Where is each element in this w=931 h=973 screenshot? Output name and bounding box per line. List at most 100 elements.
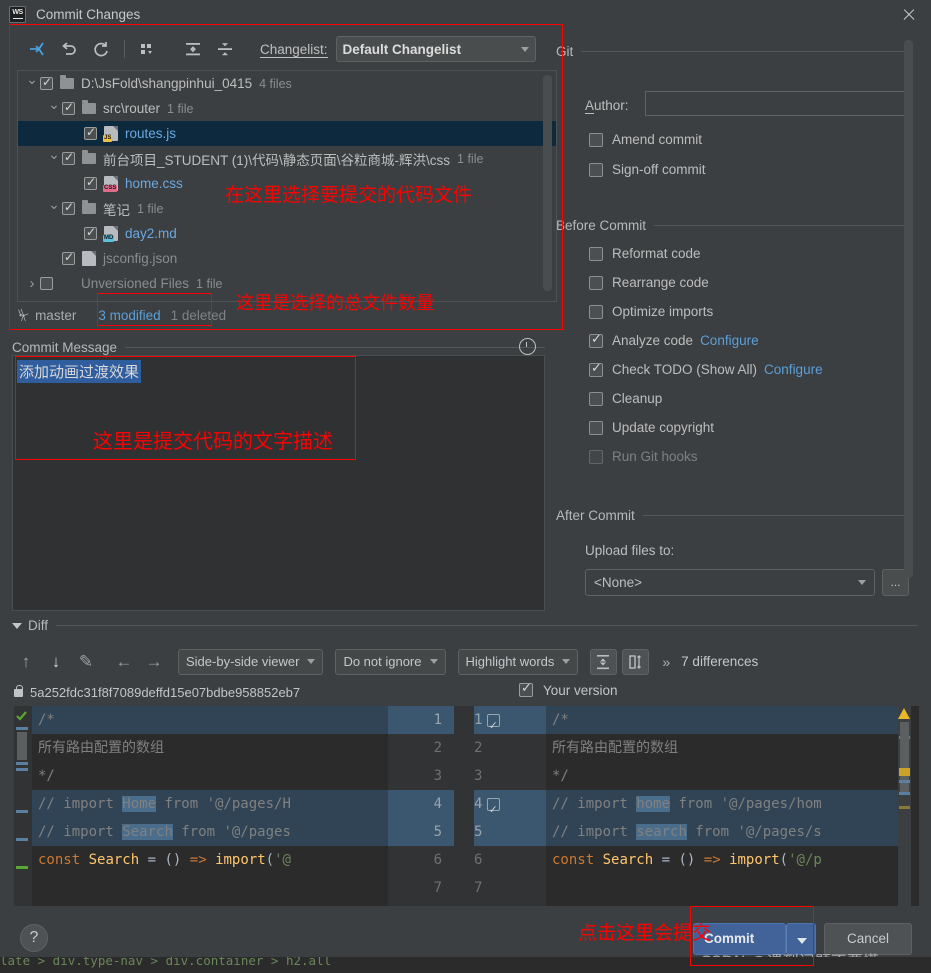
code-line: // import search from '@/pages/s (546, 818, 898, 846)
accept-change-checkbox[interactable] (487, 795, 501, 823)
chevron-down-icon[interactable]: ⌄ (46, 146, 62, 163)
help-button[interactable]: ? (20, 924, 48, 952)
history-clock-icon[interactable] (519, 338, 536, 355)
tree-row-count: 1 file (167, 101, 194, 116)
tree-scrollbar[interactable] (543, 75, 552, 291)
option-sign-off-commit[interactable]: Sign-off commit (589, 162, 706, 177)
amend-commit-label: Amend commit (612, 132, 703, 147)
branch-icon: ⏧ (18, 307, 30, 323)
tree-row-label: 笔记 (103, 202, 130, 218)
commit-message-input[interactable]: 添加动画过渡效果 (12, 355, 545, 611)
tree-row[interactable]: MD day2.md (18, 221, 556, 246)
close-icon[interactable] (901, 7, 917, 23)
chevron-down-icon[interactable]: ⌄ (24, 71, 40, 88)
tree-row-checkbox[interactable] (84, 225, 97, 240)
viewer-mode-dropdown[interactable]: Side-by-side viewer (178, 648, 324, 675)
refresh-icon[interactable] (90, 38, 112, 60)
your-version-label: Your version (543, 683, 618, 698)
option-optimize-imports[interactable]: Optimize imports (589, 304, 713, 319)
code-line: 所有路由配置的数组 (552, 740, 678, 756)
overflow-chevrons-icon[interactable]: » (662, 654, 670, 670)
tree-row[interactable]: ⌄ D:\JsFold\shangpinhui_0415 4 files (18, 71, 556, 96)
tree-row-checkbox[interactable] (62, 250, 75, 265)
collapse-unchanged-icon[interactable] (590, 648, 618, 675)
option-rearrange-code[interactable]: Rearrange code (589, 275, 709, 290)
line-number: 5 (474, 818, 546, 846)
tree-row-label: home.css (125, 176, 183, 191)
tree-row-checkbox[interactable] (62, 100, 75, 115)
option-checkbox[interactable] (589, 449, 603, 464)
option-label: Rearrange code (612, 275, 709, 290)
option-checkbox[interactable] (589, 246, 603, 261)
option-label: Reformat code (612, 246, 701, 261)
tree-row[interactable]: jsconfig.json (18, 246, 556, 271)
option-checkbox[interactable] (589, 304, 603, 319)
author-field[interactable] (645, 91, 909, 116)
tree-row-checkbox[interactable] (62, 150, 75, 165)
upload-files-dropdown[interactable]: <None> (585, 569, 875, 596)
chevron-right-icon[interactable]: › (24, 275, 40, 292)
line-number: 6 (474, 852, 483, 868)
option-run-git-hooks[interactable]: Run Git hooks (589, 449, 698, 464)
configure-link[interactable]: Configure (764, 362, 823, 377)
right-code-pane[interactable]: /* 所有路由配置的数组 */ // import home from '@/page… (546, 706, 898, 906)
diff-viewer[interactable]: /* 所有路由配置的数组 */ // import Home from '@/page… (14, 706, 919, 906)
sign-off-commit-checkbox[interactable] (589, 162, 603, 177)
option-check-todo-show-all[interactable]: Check TODO (Show All) Configure (589, 360, 823, 377)
rollback-icon[interactable] (58, 38, 80, 60)
after-commit-title: After Commit (556, 508, 635, 523)
edit-icon[interactable]: ✎ (74, 650, 98, 674)
changelist-label: Changelist: (260, 41, 328, 58)
next-difference-icon[interactable]: ↓ (44, 650, 68, 674)
collapse-all-icon[interactable] (214, 38, 236, 60)
option-checkbox[interactable] (589, 360, 603, 377)
right-line-numbers[interactable]: 12 3 45 6 7 (454, 706, 546, 906)
tree-row[interactable]: ⌄ 前台项目_STUDENT (1)\代码\静态页面\谷粒商城-辉洪\css 1 f… (18, 146, 556, 171)
error-stripe-marker[interactable] (898, 706, 911, 906)
diff-toolbar: ↑ ↓ ✎ ← → Side-by-side viewer Do not ign… (14, 645, 919, 678)
tree-row-checkbox[interactable] (84, 125, 97, 140)
collapse-triangle-icon[interactable] (12, 622, 22, 629)
left-arrow-icon[interactable]: ← (112, 650, 136, 674)
code-line: const Search = () => import('@ (38, 852, 291, 868)
left-change-gutter[interactable] (14, 706, 32, 906)
changelist-dropdown[interactable]: Default Changelist (335, 36, 536, 62)
tree-row-checkbox[interactable] (84, 175, 97, 190)
option-analyze-code[interactable]: Analyze code Configure (589, 331, 759, 348)
code-line: 所有路由配置的数组 (38, 740, 164, 756)
option-reformat-code[interactable]: Reformat code (589, 246, 701, 261)
chevron-down-icon (429, 659, 438, 664)
amend-commit-checkbox[interactable] (589, 132, 603, 147)
right-arrow-icon[interactable]: → (142, 650, 166, 674)
chevron-down-icon[interactable]: ⌄ (46, 96, 62, 113)
group-by-icon[interactable] (136, 38, 158, 60)
highlight-mode-dropdown[interactable]: Highlight words (457, 648, 579, 675)
configure-link[interactable]: Configure (700, 333, 759, 348)
your-version-checkbox[interactable] (519, 680, 533, 697)
option-checkbox[interactable] (589, 420, 603, 435)
tree-row[interactable]: ⌄ src\router 1 file (18, 96, 556, 121)
option-update-copyright[interactable]: Update copyright (589, 420, 714, 435)
tree-row-checkbox[interactable] (62, 200, 75, 215)
option-checkbox[interactable] (589, 391, 603, 406)
prev-difference-icon[interactable]: ↑ (14, 650, 38, 674)
show-diff-icon[interactable] (26, 38, 48, 60)
annotation-text: 这里是选择的总文件数量 (236, 293, 434, 314)
option-cleanup[interactable]: Cleanup (589, 391, 662, 406)
editor-breadcrumb: late > div.type-nav > div.container > h2… (0, 957, 931, 973)
show-whitespace-icon[interactable] (622, 648, 650, 675)
accept-change-checkbox[interactable] (487, 711, 501, 739)
options-scrollbar[interactable] (904, 40, 913, 578)
option-amend-commit[interactable]: Amend commit (589, 132, 702, 147)
tree-row-checkbox[interactable] (40, 277, 53, 290)
expand-all-icon[interactable] (182, 38, 204, 60)
option-checkbox[interactable] (589, 275, 603, 290)
option-checkbox[interactable] (589, 331, 603, 348)
tree-row[interactable]: JS routes.js (18, 121, 556, 146)
ignore-mode-dropdown[interactable]: Do not ignore (335, 648, 446, 675)
chevron-down-icon[interactable]: ⌄ (46, 196, 62, 213)
left-code-pane[interactable]: /* 所有路由配置的数组 */ // import Home from '@/page… (32, 706, 388, 906)
changes-status-bar: ⏧ master 3 modified 1 deleted (18, 307, 226, 324)
warning-triangle-icon[interactable] (898, 708, 910, 719)
tree-row-checkbox[interactable] (40, 75, 53, 90)
